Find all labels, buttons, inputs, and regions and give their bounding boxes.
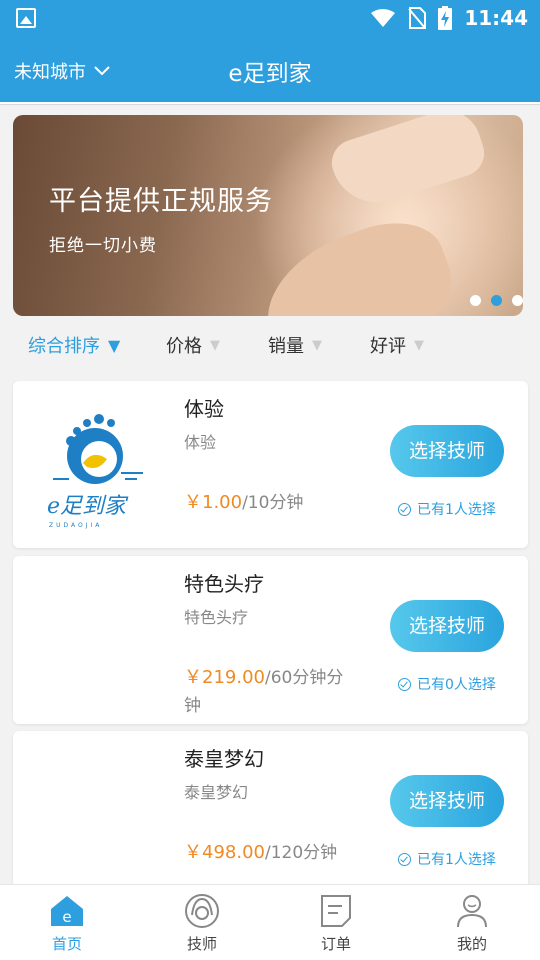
service-thumbnail (33, 576, 173, 706)
logo-wordmark: e足到家 (47, 494, 129, 519)
sort-label: 综合排序 (28, 336, 100, 357)
promo-banner[interactable]: 平台提供正规服务 拒绝一切小费 (13, 115, 523, 316)
nav-technician[interactable]: 技师 (162, 893, 242, 954)
sort-price[interactable]: 价格 ▼ (166, 332, 220, 358)
service-name: 体验 (184, 397, 224, 421)
service-duration: /120分钟 (264, 843, 338, 863)
nav-label: 我的 (456, 935, 487, 953)
nav-orders[interactable]: 订单 (296, 893, 376, 954)
wave-logo-icon: e足到家 ZUDAOJIA (47, 414, 143, 529)
service-logo: e足到家 ZUDAOJIA (33, 401, 173, 531)
clock-time: 11:44 (464, 6, 528, 30)
banner-pagination (470, 295, 523, 306)
logo-subtext: ZUDAOJIA (49, 522, 102, 529)
sort-sales[interactable]: 销量 ▼ (268, 332, 322, 358)
triangle-down-icon: ▼ (312, 337, 322, 353)
selection-count: 已有0人选择 (398, 674, 496, 694)
status-icons: 11:44 (370, 4, 528, 32)
page-title: e足到家 (228, 61, 312, 87)
sort-label: 销量 (268, 336, 304, 357)
triangle-down-icon: ▼ (414, 337, 424, 353)
order-icon (321, 895, 351, 927)
home-icon: e (51, 896, 83, 926)
sort-rating[interactable]: 好评 ▼ (370, 332, 424, 358)
check-circle-icon (398, 502, 411, 516)
wifi-icon (371, 9, 396, 27)
banner-dot-2[interactable] (491, 295, 502, 306)
check-circle-icon (398, 677, 411, 691)
sort-comprehensive[interactable]: 综合排序 ▼ (28, 332, 120, 358)
banner-subline: 拒绝一切小费 (49, 236, 157, 256)
sort-label: 好评 (370, 336, 406, 357)
nav-label: 首页 (51, 935, 82, 953)
battery-charging-icon (438, 6, 453, 30)
choose-technician-button[interactable]: 选择技师 (390, 425, 504, 477)
app-header: 未知城市 e足到家 (0, 36, 540, 102)
banner-dot-1[interactable] (470, 295, 481, 306)
service-price-line: ￥498.00/120分钟 (184, 839, 359, 867)
header-divider (0, 102, 540, 105)
nav-profile[interactable]: 我的 (432, 893, 512, 954)
banner-dot-3[interactable] (512, 295, 523, 306)
status-bar: 11:44 (0, 0, 540, 36)
service-card[interactable]: e足到家 ZUDAOJIA 体验 体验 ￥1.00/10分钟 选择技师 已有1人… (13, 381, 528, 548)
selection-count-text: 已有1人选择 (417, 502, 496, 518)
service-name: 泰皇梦幻 (184, 747, 264, 771)
technician-icon (185, 894, 219, 928)
service-thumbnail (33, 751, 173, 881)
service-desc: 体验 (184, 433, 217, 452)
nav-label: 技师 (186, 935, 217, 953)
check-circle-icon (398, 852, 411, 866)
image-icon (16, 8, 36, 28)
service-desc: 泰皇梦幻 (184, 783, 249, 802)
selection-count: 已有1人选择 (398, 849, 496, 869)
service-card[interactable]: 特色头疗 特色头疗 ￥219.00/60分钟分钟 选择技师 已有0人选择 (13, 556, 528, 724)
selection-count: 已有1人选择 (398, 499, 496, 519)
service-price: ￥219.00 (184, 667, 265, 688)
service-desc: 特色头疗 (184, 608, 249, 627)
bottom-nav: e 首页 技师 订单 我的 (0, 884, 540, 960)
svg-text:e: e (62, 908, 71, 926)
triangle-down-icon: ▼ (108, 335, 121, 355)
service-price: ￥1.00 (184, 492, 243, 513)
sort-bar: 综合排序 ▼ 价格 ▼ 销量 ▼ 好评 ▼ (0, 326, 540, 366)
banner-headline: 平台提供正规服务 (49, 186, 273, 217)
choose-technician-button[interactable]: 选择技师 (390, 775, 504, 827)
choose-technician-button[interactable]: 选择技师 (390, 600, 504, 652)
triangle-down-icon: ▼ (210, 337, 220, 353)
service-name: 特色头疗 (184, 572, 264, 596)
service-price: ￥498.00 (184, 842, 265, 863)
no-sim-icon (408, 7, 427, 29)
selection-count-text: 已有1人选择 (417, 852, 496, 868)
service-price-line: ￥1.00/10分钟 (184, 489, 359, 517)
nav-home[interactable]: e 首页 (27, 893, 107, 954)
sort-label: 价格 (166, 336, 202, 357)
profile-icon (457, 895, 487, 928)
selection-count-text: 已有0人选择 (417, 677, 496, 693)
service-duration: /10分钟 (242, 493, 304, 513)
service-price-line: ￥219.00/60分钟分钟 (184, 664, 359, 720)
nav-label: 订单 (320, 935, 351, 953)
service-card[interactable]: 泰皇梦幻 泰皇梦幻 ￥498.00/120分钟 选择技师 已有1人选择 (13, 731, 528, 891)
